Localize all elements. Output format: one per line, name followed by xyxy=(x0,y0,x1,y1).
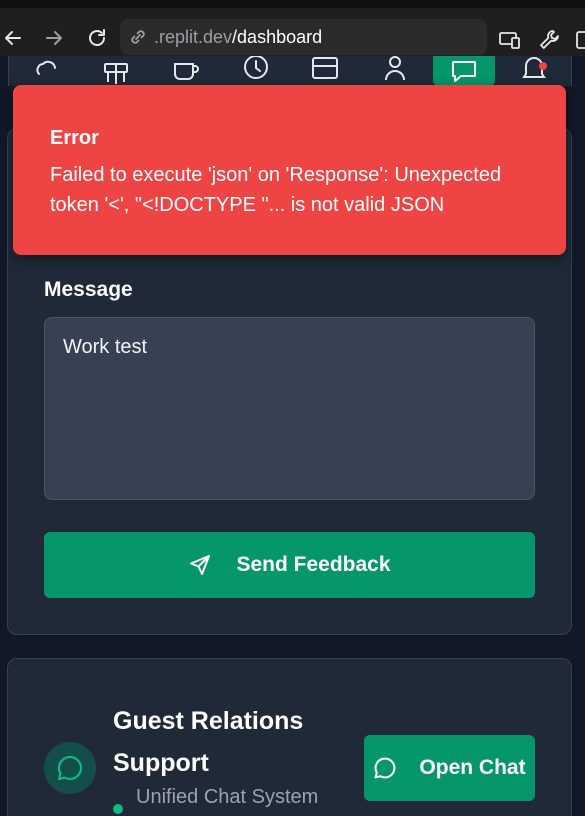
nav-item-chat[interactable] xyxy=(433,56,495,86)
open-chat-button[interactable]: Open Chat xyxy=(364,735,535,801)
link-icon xyxy=(131,30,145,44)
app-nav-bar xyxy=(8,56,572,86)
user-icon xyxy=(385,56,405,81)
support-avatar xyxy=(44,742,96,794)
arrow-right-icon xyxy=(46,31,62,45)
nav-item-cloud[interactable] xyxy=(31,56,61,84)
nav-item-user[interactable] xyxy=(380,56,410,84)
error-toast[interactable]: Error Failed to execute 'json' on 'Respo… xyxy=(13,85,566,255)
forward-button[interactable] xyxy=(43,27,65,49)
devtools-button[interactable] xyxy=(538,28,562,52)
devices-icon xyxy=(499,32,520,49)
gift-icon xyxy=(104,63,128,84)
reload-icon xyxy=(89,29,105,46)
window-icon xyxy=(576,31,585,49)
browser-toolbar: .replit.dev/dashboard xyxy=(0,0,585,56)
message-circle-icon xyxy=(57,755,83,781)
send-feedback-label: Send Feedback xyxy=(236,553,391,576)
cloud-icon xyxy=(36,60,56,75)
nav-item-bell[interactable] xyxy=(519,56,549,84)
address-bar[interactable]: .replit.dev/dashboard xyxy=(120,19,487,55)
send-feedback-button[interactable]: Send Feedback xyxy=(44,532,535,598)
extension-button[interactable] xyxy=(573,28,585,52)
arrow-left-icon xyxy=(5,31,21,45)
support-title: Guest Relations Support xyxy=(113,707,304,777)
back-button[interactable] xyxy=(2,27,24,49)
nav-item-gift[interactable] xyxy=(101,56,131,84)
reload-button[interactable] xyxy=(86,27,108,49)
open-chat-label: Open Chat xyxy=(419,756,526,779)
url-text: .replit.dev/dashboard xyxy=(154,27,322,48)
message-input[interactable] xyxy=(44,317,535,500)
chat-icon xyxy=(452,61,476,82)
bell-icon xyxy=(522,57,547,78)
support-subtitle: Unified Chat System xyxy=(136,786,319,808)
url-path: /dashboard xyxy=(232,26,323,47)
nav-item-coffee[interactable] xyxy=(171,56,201,84)
send-icon xyxy=(190,555,211,575)
clock-icon xyxy=(244,56,268,79)
wrench-icon xyxy=(540,30,559,49)
message-circle-icon xyxy=(374,757,396,779)
devices-button[interactable] xyxy=(498,28,522,52)
card-icon xyxy=(312,57,338,79)
nav-item-card[interactable] xyxy=(310,56,340,84)
message-label: Message xyxy=(44,278,133,301)
toast-message: Failed to execute 'json' on 'Response': … xyxy=(50,164,502,216)
nav-item-clock[interactable] xyxy=(241,56,271,84)
online-status-dot xyxy=(113,804,123,814)
coffee-icon xyxy=(174,63,199,80)
url-host: .replit.dev xyxy=(154,26,233,47)
toast-title: Error xyxy=(50,127,99,149)
